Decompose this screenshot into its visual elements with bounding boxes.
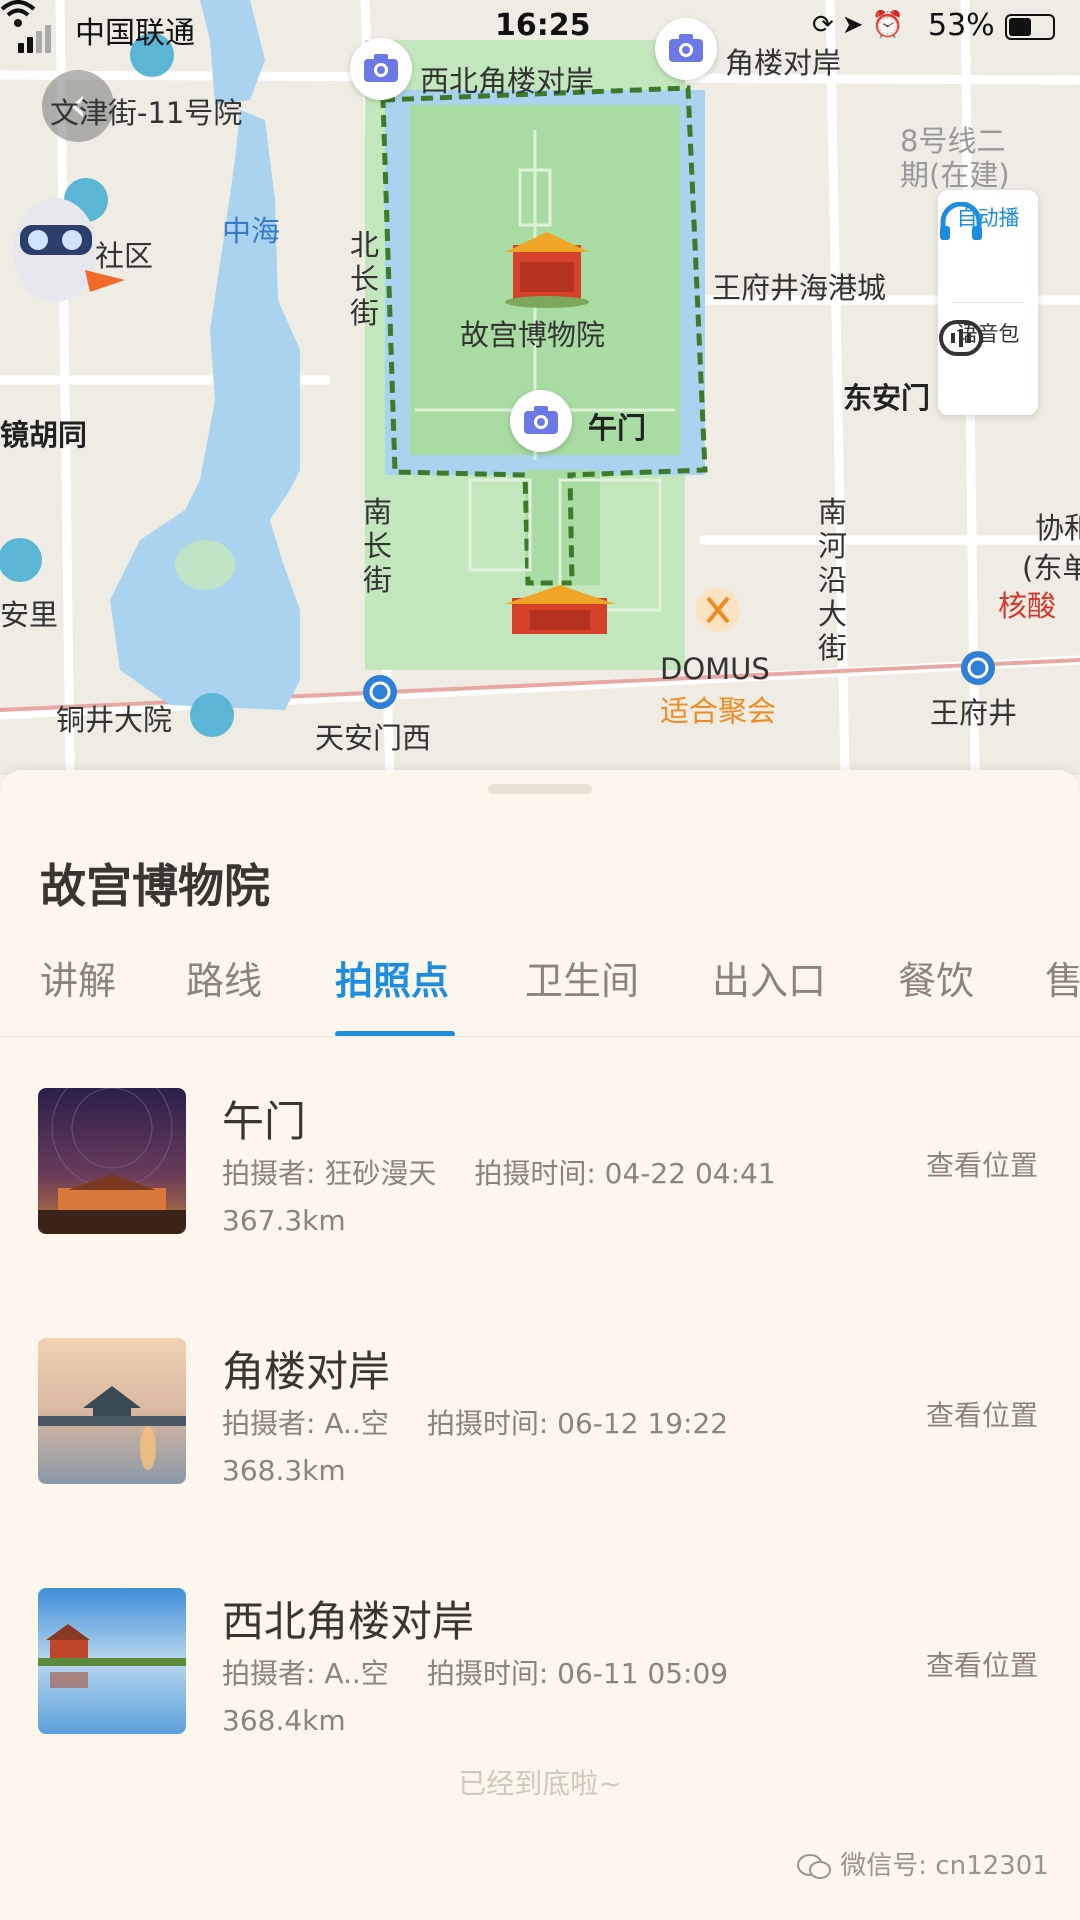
map-label-dongdan: (东单 <box>1022 551 1080 585</box>
photo-spot-item[interactable]: 角楼对岸 拍摄者: A..空 拍摄时间: 06-12 19:22 368.3km … <box>0 1338 1080 1498</box>
photo-spot-name: 午门 <box>222 1097 307 1146</box>
map-label-domus: DOMUS <box>660 652 770 686</box>
photo-time: 拍摄时间: 06-11 05:09 <box>426 1657 729 1690</box>
photo-author: 拍摄者: 狂砂漫天 <box>222 1157 437 1190</box>
voice-pack-button[interactable]: 语音包 <box>938 318 1038 356</box>
view-location-link[interactable]: 查看位置 <box>926 1394 1038 1434</box>
wifi-icon <box>0 0 36 27</box>
tab-luxian[interactable]: 路线 <box>186 950 262 1005</box>
photo-time: 拍摄时间: 04-22 04:41 <box>474 1157 776 1190</box>
map-label-gugong: 故宫博物院 <box>460 318 606 352</box>
tab-paizhaodian[interactable]: 拍照点 <box>335 950 449 1005</box>
camera-icon <box>364 54 398 82</box>
map-label-beichangjie: 北长街 <box>350 228 380 330</box>
photo-pin-wumen[interactable] <box>510 390 572 452</box>
photo-distance: 367.3km <box>222 1204 346 1237</box>
sheet-drag-handle[interactable] <box>488 784 592 794</box>
map-label-hesuan: 核酸 <box>998 589 1057 623</box>
photo-spot-name: 角楼对岸 <box>222 1347 391 1396</box>
map-label-nanchangjie: 南长街 <box>363 495 393 597</box>
map-label-dongan: 东安门 <box>843 381 931 415</box>
tab-canyin[interactable]: 餐饮 <box>898 950 974 1005</box>
photo-spot-item[interactable]: 午门 拍摄者: 狂砂漫天 拍摄时间: 04-22 04:41 367.3km 查看… <box>0 1088 1080 1248</box>
map-label-shequ: 社区 <box>95 239 154 273</box>
map-label-wumen: 午门 <box>588 411 647 445</box>
poi-anli-icon <box>0 538 42 582</box>
photo-distance: 368.4km <box>222 1704 346 1737</box>
map-view[interactable]: 中国联通 16:25 ⟳➤⏰ 53% ‹ 文津街-11号院 西北角楼对岸 角楼对… <box>0 0 1080 775</box>
wechat-watermark: 微信号: cn12301 <box>796 1845 1049 1882</box>
tab-weishengjian[interactable]: 卫生间 <box>525 950 639 1005</box>
side-panel-divider <box>952 302 1024 303</box>
photo-spot-meta: 拍摄者: 狂砂漫天 拍摄时间: 04-22 04:41 <box>222 1152 814 1192</box>
map-label-line8b: 期(在建) <box>900 158 1010 192</box>
photo-thumbnail <box>38 1338 186 1484</box>
map-label-wangfujing: 王府井 <box>930 696 1018 730</box>
metro-icon-tiananmenxi <box>363 675 397 709</box>
photo-pin-jiaolou[interactable] <box>655 18 717 80</box>
map-label-jiaolou: 角楼对岸 <box>725 46 842 80</box>
poi-tongjing-icon <box>190 693 234 737</box>
map-label-xiehe: 协和 <box>1035 511 1080 545</box>
battery-percent: 53% <box>928 8 995 43</box>
map-label-anli: 安里 <box>0 598 59 632</box>
sheet-title: 故宫博物院 <box>40 859 270 913</box>
tab-jiangjie[interactable]: 讲解 <box>40 950 116 1005</box>
battery-icon <box>1005 14 1055 40</box>
map-label-shihe: 适合聚会 <box>660 694 777 728</box>
photo-spot-meta: 拍摄者: A..空 拍摄时间: 06-12 19:22 <box>222 1402 766 1442</box>
photo-thumbnail <box>38 1088 186 1234</box>
photo-author: 拍摄者: A..空 <box>222 1407 389 1440</box>
status-icons: ⟳➤⏰ <box>812 10 912 40</box>
headphones-icon <box>940 202 982 240</box>
tab-churukou[interactable]: 出入口 <box>712 950 826 1005</box>
map-label-address: 文津街-11号院 <box>50 96 243 130</box>
camera-icon <box>524 406 558 434</box>
map-label-zhonghai: 中海 <box>222 214 281 248</box>
photo-spot-meta: 拍摄者: A..空 拍摄时间: 06-11 05:09 <box>222 1652 766 1692</box>
camera-icon <box>669 34 703 62</box>
map-label-nanheyan: 南河沿大街 <box>818 495 848 665</box>
photo-distance: 368.3km <box>222 1454 346 1487</box>
map-side-panel: 自动播 语音包 <box>938 190 1038 415</box>
photo-spot-item[interactable]: 西北角楼对岸 拍摄者: A..空 拍摄时间: 06-11 05:09 368.4k… <box>0 1588 1080 1748</box>
photo-spot-name: 西北角楼对岸 <box>222 1597 475 1646</box>
photo-thumbnail <box>38 1588 186 1734</box>
carrier-name: 中国联通 <box>75 16 195 51</box>
list-end-text: 已经到底啦~ <box>458 1767 622 1800</box>
wechat-id: 微信号: cn12301 <box>840 1851 1049 1881</box>
view-location-link[interactable]: 查看位置 <box>926 1144 1038 1184</box>
photo-pin-xibei[interactable] <box>350 38 412 100</box>
photo-author: 拍摄者: A..空 <box>222 1657 389 1690</box>
map-label-jinghutong: 镜胡同 <box>0 418 88 452</box>
photo-time: 拍摄时间: 06-12 19:22 <box>426 1407 729 1440</box>
map-label-xibei: 西北角楼对岸 <box>420 64 595 98</box>
lake-zhonghai <box>110 110 300 710</box>
status-time: 16:25 <box>495 8 591 43</box>
map-label-haigang: 王府井海港城 <box>712 271 887 305</box>
tab-shou[interactable]: 售 <box>1045 950 1080 1005</box>
wechat-icon <box>797 1853 831 1879</box>
status-bar: 中国联通 16:25 ⟳➤⏰ 53% <box>0 0 1080 56</box>
tabs-divider <box>0 1036 1080 1037</box>
map-label-tiananmenxi: 天安门西 <box>315 721 432 755</box>
auto-play-button[interactable]: 自动播 <box>938 202 1038 240</box>
metro-icon-wangfujing <box>961 651 995 685</box>
voice-wave-icon <box>939 320 983 356</box>
bottom-sheet: 故宫博物院 讲解 路线 拍照点 卫生间 出入口 餐饮 售 午门 拍摄者: 狂砂漫… <box>0 770 1080 1920</box>
category-tabs: 讲解 路线 拍照点 卫生间 出入口 餐饮 售 <box>0 950 1080 1010</box>
view-location-link[interactable]: 查看位置 <box>926 1644 1038 1684</box>
map-label-tongjing: 铜井大院 <box>56 703 173 737</box>
